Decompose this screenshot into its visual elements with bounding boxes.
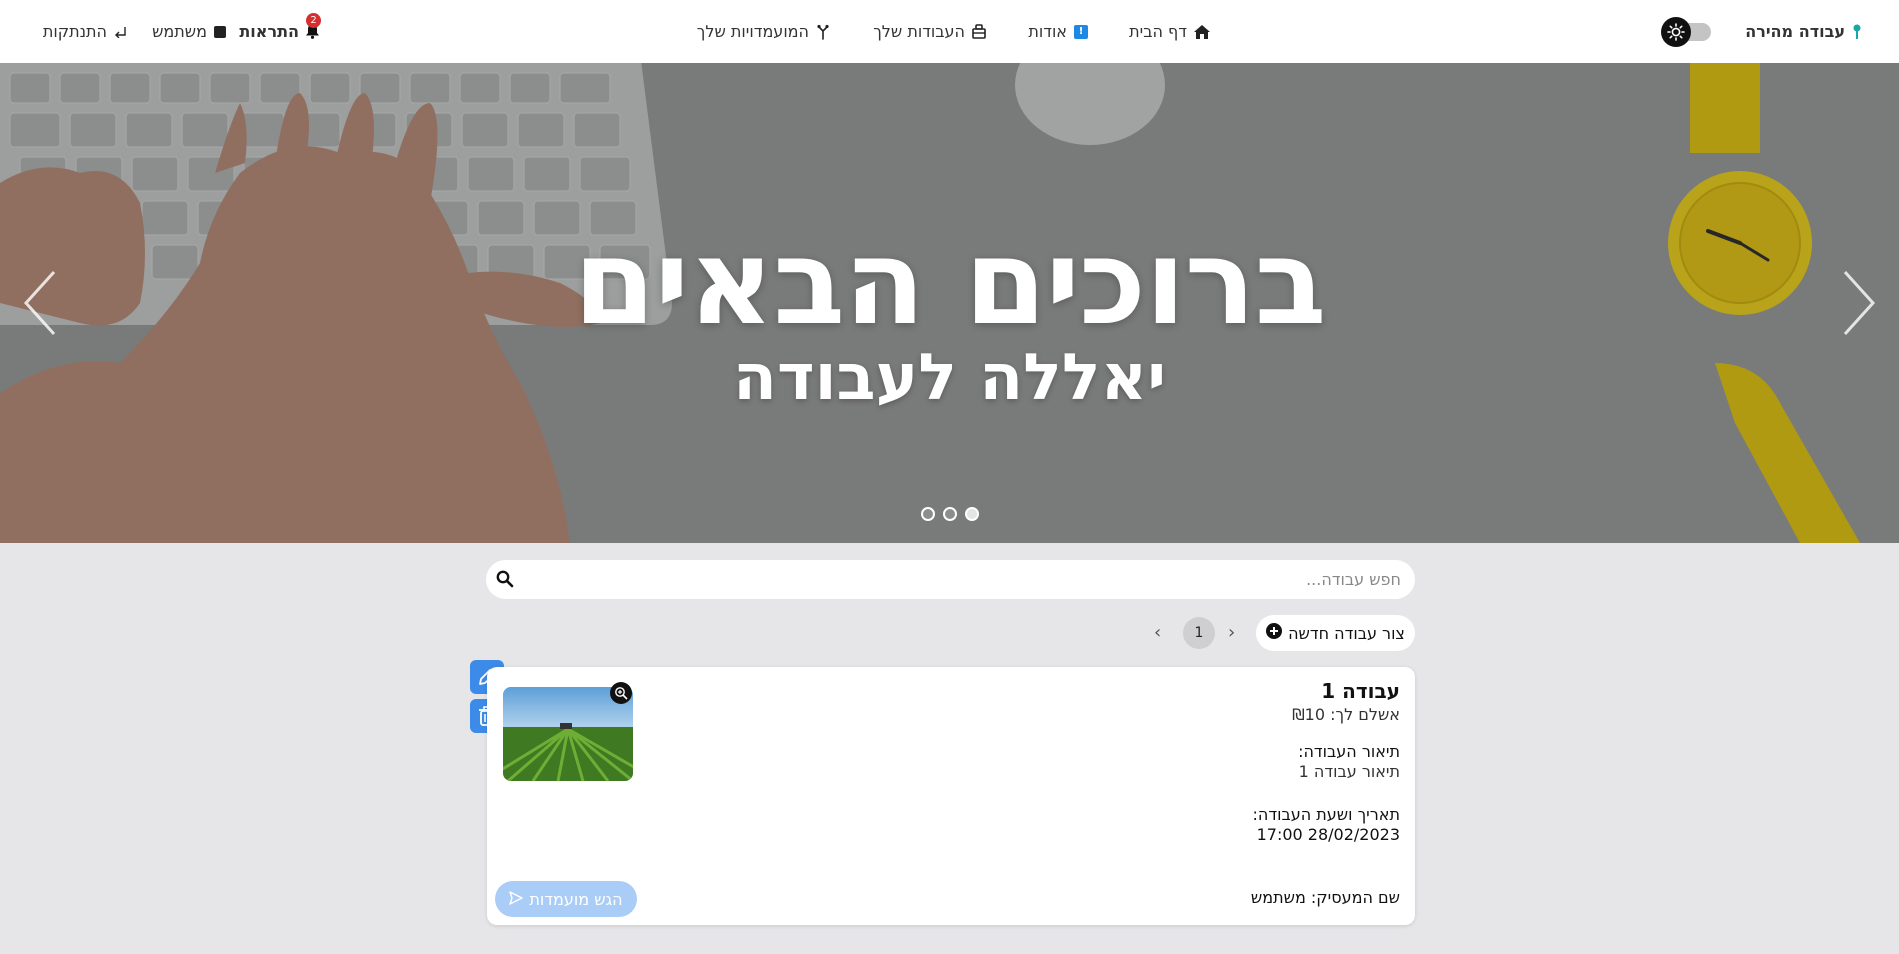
zoom-icon[interactable]	[610, 682, 632, 704]
carousel-dot-1[interactable]	[921, 507, 935, 521]
theme-toggle[interactable]	[1661, 17, 1711, 47]
send-icon	[509, 890, 524, 909]
plus-circle-icon	[1266, 623, 1283, 643]
nav-logout-label: התנתקות	[42, 22, 107, 41]
nav-about[interactable]: ! אודות	[1028, 0, 1088, 63]
apply-button[interactable]: הגש מועמדות	[495, 881, 637, 917]
brand-label: עבודה מהירה	[1745, 22, 1845, 41]
carousel-dot-3[interactable]	[965, 507, 979, 521]
home-icon	[1194, 24, 1210, 39]
nav-candidates-label: המועמדויות שלך	[696, 22, 809, 41]
job-card: עבודה 1 אשלם לך: ₪10 תיאור העבודה: תיאור…	[487, 667, 1415, 925]
carousel-indicators	[921, 507, 979, 521]
nav-candidates[interactable]: המועמדויות שלך	[697, 0, 830, 63]
search-icon[interactable]	[496, 570, 514, 592]
search-input[interactable]	[486, 560, 1415, 599]
apply-button-label: הגש מועמדות	[529, 889, 623, 909]
job-title: עבודה 1	[1321, 679, 1400, 703]
job-description: תיאור עבודה 1	[1298, 762, 1400, 781]
carousel-next-button[interactable]	[1834, 263, 1884, 343]
nav-user[interactable]: משתמש	[152, 0, 226, 63]
nav-notifications-label: התראות	[239, 22, 299, 41]
job-date: 28/02/2023 17:00	[1256, 825, 1400, 844]
nav-home-label: דף הבית	[1129, 22, 1187, 41]
candidate-icon	[816, 24, 830, 40]
hero-title: ברוכים הבאים	[573, 213, 1326, 351]
brand[interactable]: עבודה מהירה	[1745, 0, 1862, 63]
nav-about-label: אודות	[1028, 22, 1067, 41]
info-icon: !	[1074, 24, 1088, 39]
job-description-label: תיאור העבודה:	[1298, 742, 1400, 761]
carousel-dot-2[interactable]	[943, 507, 957, 521]
pin-icon	[1852, 24, 1862, 40]
job-pay: אשלם לך: ₪10	[1292, 705, 1400, 724]
search-bar	[486, 560, 1415, 599]
job-date-label: תאריך ושעת העבודה:	[1252, 805, 1400, 824]
nav-jobs[interactable]: העבודות שלך	[873, 0, 986, 63]
logout-icon	[114, 26, 126, 38]
briefcase-icon	[972, 24, 986, 39]
chevron-left-icon	[23, 270, 56, 336]
nav-notifications[interactable]: 2 התראות	[239, 0, 321, 63]
hero-carousel: ברוכים הבאים יאללה לעבודה	[0, 63, 1899, 543]
notifications-badge: 2	[306, 13, 321, 28]
chevron-right-icon	[1843, 270, 1876, 336]
nav-home[interactable]: דף הבית	[1129, 0, 1210, 63]
user-icon	[214, 25, 226, 38]
job-employer: שם המעסיק: משתמש	[1250, 888, 1400, 907]
pagination-next-button[interactable]: ›	[1228, 622, 1235, 643]
nav-user-label: משתמש	[152, 22, 207, 41]
create-job-label: צור עבודה חדשה	[1288, 623, 1405, 643]
nav-logout[interactable]: התנתקות	[43, 0, 126, 63]
bell-icon: 2	[306, 13, 321, 39]
hero-subtitle: יאללה לעבודה	[732, 341, 1167, 415]
pagination-prev-button[interactable]: ‹	[1154, 622, 1161, 643]
pagination-current-page[interactable]: 1	[1183, 617, 1215, 649]
create-job-button[interactable]: צור עבודה חדשה	[1256, 615, 1415, 651]
carousel-prev-button[interactable]	[15, 263, 65, 343]
navbar: עבודה מהירה דף הבית ! אודות העבודות שלך …	[0, 0, 1899, 63]
sun-icon	[1661, 17, 1691, 47]
nav-jobs-label: העבודות שלך	[873, 22, 965, 41]
